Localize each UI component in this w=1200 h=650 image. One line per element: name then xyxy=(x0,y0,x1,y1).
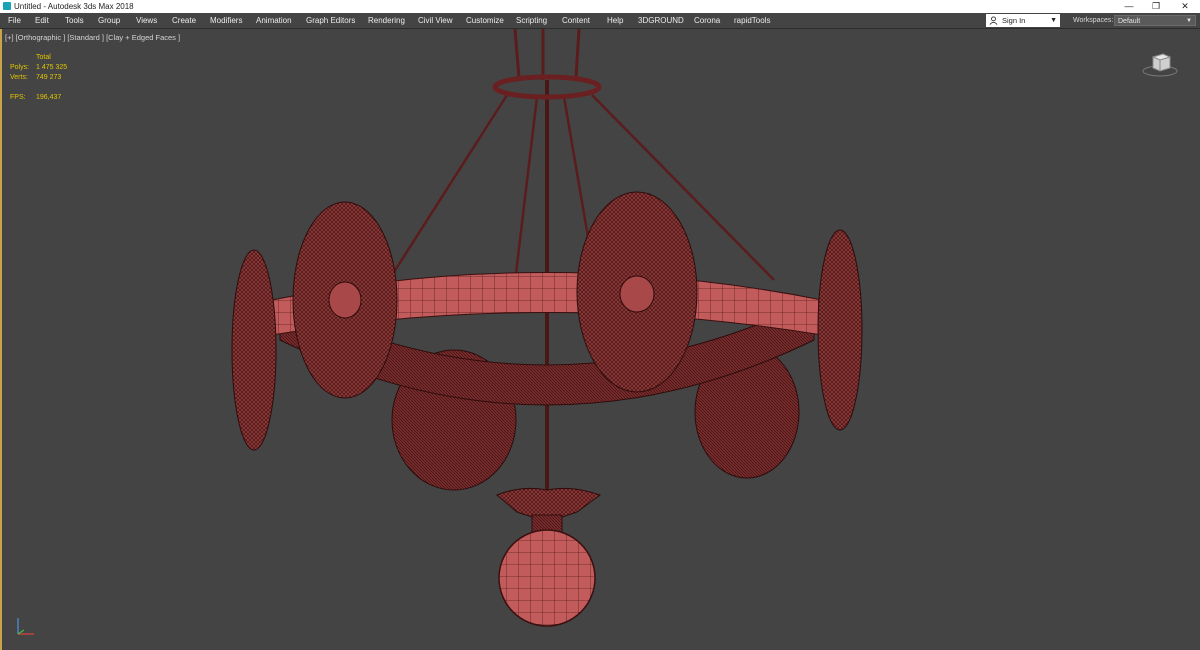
pendant-globe xyxy=(496,487,602,627)
polys-label: Polys: xyxy=(10,64,30,71)
menu-animation[interactable]: Animation xyxy=(256,13,292,28)
fps-label: FPS: xyxy=(10,94,26,101)
sign-in-label: Sign In xyxy=(1002,16,1026,25)
sign-in-dropdown[interactable]: Sign In ▼ xyxy=(986,14,1060,27)
title-bar: Untitled - Autodesk 3ds Max 2018 — ❐ ✕ xyxy=(0,0,1200,13)
chevron-down-icon: ▼ xyxy=(1050,17,1057,24)
menu-views[interactable]: Views xyxy=(136,13,157,28)
menu-create[interactable]: Create xyxy=(172,13,196,28)
menu-civil-view[interactable]: Civil View xyxy=(418,13,453,28)
menu-corona[interactable]: Corona xyxy=(694,13,720,28)
viewport[interactable]: [+] [Orthographic ] [Standard ] [Clay + … xyxy=(0,29,1200,650)
menu-3dground[interactable]: 3DGROUND xyxy=(638,13,684,28)
menu-rapidtools[interactable]: rapidTools xyxy=(734,13,770,28)
menu-tools[interactable]: Tools xyxy=(65,13,84,28)
restore-button[interactable]: ❐ xyxy=(1143,0,1169,13)
chevron-down-icon: ▼ xyxy=(1186,18,1192,24)
menu-help[interactable]: Help xyxy=(607,13,623,28)
axis-tripod-icon xyxy=(17,618,34,635)
menu-content[interactable]: Content xyxy=(562,13,590,28)
menu-modifiers[interactable]: Modifiers xyxy=(210,13,242,28)
polys-value: 1 475 325 xyxy=(36,64,68,71)
menu-file[interactable]: File xyxy=(8,13,21,28)
chandelier-wireframe-model xyxy=(231,29,863,627)
app-icon xyxy=(3,2,11,10)
workspaces-label: Workspaces: xyxy=(1073,17,1114,24)
window-title: Untitled - Autodesk 3ds Max 2018 xyxy=(14,2,134,11)
minimize-button[interactable]: — xyxy=(1116,0,1142,13)
menu-customize[interactable]: Customize xyxy=(466,13,504,28)
menu-rendering[interactable]: Rendering xyxy=(368,13,405,28)
menu-group[interactable]: Group xyxy=(98,13,120,28)
menu-scripting[interactable]: Scripting xyxy=(516,13,547,28)
workspaces-select[interactable]: Default ▼ xyxy=(1114,15,1196,26)
stats-header: Total xyxy=(36,54,51,61)
verts-value: 749 273 xyxy=(36,74,62,81)
viewport-label[interactable]: [+] [Orthographic ] [Standard ] [Clay + … xyxy=(5,33,180,42)
verts-label: Verts: xyxy=(10,74,28,81)
menu-graph-editors[interactable]: Graph Editors xyxy=(306,13,355,28)
workspaces-value: Default xyxy=(1118,18,1141,25)
close-button[interactable]: ✕ xyxy=(1172,0,1198,13)
viewcube-icon[interactable] xyxy=(1142,51,1178,77)
user-icon xyxy=(989,16,998,25)
fps-value: 196,437 xyxy=(36,94,62,101)
menu-edit[interactable]: Edit xyxy=(35,13,49,28)
